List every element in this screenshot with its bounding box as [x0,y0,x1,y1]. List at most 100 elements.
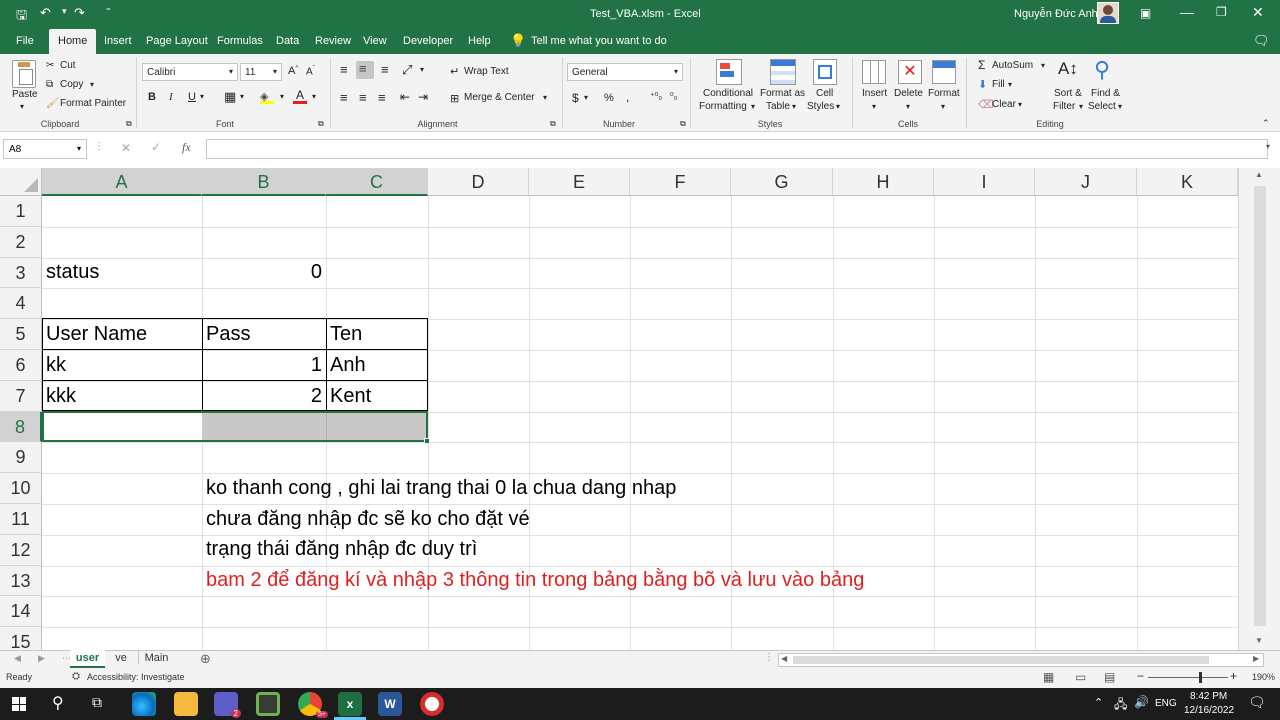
row-header-2[interactable]: 2 [0,226,42,258]
page-break-view-icon[interactable]: ▤ [1104,670,1115,684]
zoom-slider-thumb[interactable] [1199,672,1202,683]
undo-dropdown-icon[interactable]: ▾ [62,6,67,17]
align-top-icon[interactable]: ≡ [340,62,348,77]
scroll-down-icon[interactable]: ▼ [1255,636,1263,645]
search-icon[interactable]: ⚲ [52,693,64,713]
avatar[interactable] [1097,2,1119,24]
format-dropdown-icon[interactable]: ▾ [941,102,945,111]
sort-filter-line1[interactable]: Sort & [1054,88,1082,99]
cell-B11[interactable]: chưa đăng nhập đc sẽ ko cho đặt vé [202,504,534,534]
column-header-J[interactable]: J [1035,168,1137,196]
comments-icon[interactable]: 🗨 [1253,33,1270,49]
fill-icon[interactable]: ⬇ [978,78,987,91]
fill-dropdown-icon[interactable]: ▾ [1008,80,1012,89]
cut-icon[interactable]: ✂ [46,60,54,71]
vertical-scroll-thumb[interactable] [1254,186,1266,626]
conditional-formatting-line1[interactable]: Conditional [699,88,757,99]
underline-dropdown-icon[interactable]: ▾ [200,92,204,101]
sheet-tab-ve[interactable]: ve [108,651,134,664]
orientation-icon[interactable]: ⤢ [402,62,412,78]
task-view-icon[interactable]: ⧉ [92,694,102,711]
paste-button[interactable]: Paste [12,89,38,100]
excel-taskbar-icon[interactable]: x [338,692,362,716]
collapse-ribbon-icon[interactable]: ⌃ [1262,118,1270,129]
recorder-icon[interactable] [420,692,444,716]
save-icon[interactable]: 🖫 [16,6,27,28]
currency-dropdown-icon[interactable]: ▾ [584,93,588,102]
merge-dropdown-icon[interactable]: ▾ [543,93,547,102]
row-header-4[interactable]: 4 [0,288,42,320]
clear-button[interactable]: Clear [992,99,1016,110]
clear-dropdown-icon[interactable]: ▾ [1018,100,1022,109]
column-header-I[interactable]: I [934,168,1035,196]
cancel-entry-icon[interactable]: ✕ [121,141,131,155]
row-header-3[interactable]: 3 [0,257,42,289]
word-icon[interactable]: W [378,692,402,716]
tab-split-handle-icon[interactable]: ⋮ [764,652,774,663]
cell-C7[interactable]: Kent [326,381,375,411]
column-header-D[interactable]: D [428,168,529,196]
comma-style-icon[interactable]: , [626,90,629,104]
row-header-12[interactable]: 12 [0,534,42,566]
format-as-table-icon[interactable] [770,59,796,85]
confirm-entry-icon[interactable]: ✓ [151,140,161,154]
conditional-formatting-dropdown-icon[interactable]: ▾ [751,102,755,111]
chrome-icon[interactable]: 5+ [298,692,328,718]
sheet-tab-main[interactable]: Main [138,651,174,664]
tab-review[interactable]: Review [315,35,351,47]
percent-icon[interactable]: % [604,92,614,104]
accessibility-status[interactable]: Accessibility: Investigate [87,672,185,682]
tell-me-search[interactable]: Tell me what you want to do [531,35,667,47]
notifications-icon[interactable]: 🗨 [1248,694,1266,711]
cell-C6[interactable]: Anh [326,350,370,380]
autosum-dropdown-icon[interactable]: ▾ [1041,61,1045,70]
column-header-K[interactable]: K [1137,168,1238,196]
align-right-icon[interactable]: ≡ [378,90,386,105]
select-all-corner[interactable] [0,168,42,196]
align-center-icon[interactable]: ≡ [359,90,367,105]
tab-formulas[interactable]: Formulas [217,35,263,47]
zoom-level[interactable]: 190% [1252,672,1275,682]
copy-button[interactable]: Copy [60,79,83,90]
formula-input[interactable] [206,139,1268,159]
teams-icon[interactable]: 2 [214,692,241,718]
tab-insert[interactable]: Insert [104,35,132,47]
format-as-table-dropdown-icon[interactable]: ▾ [792,102,796,111]
font-color-dropdown-icon[interactable]: ▾ [312,92,316,101]
decrease-decimal-icon[interactable]: ⁰₀ [670,91,677,102]
orientation-dropdown-icon[interactable]: ▾ [420,65,424,74]
clock-date[interactable]: 12/16/2022 [1184,705,1234,716]
format-cells-button[interactable]: Format [928,88,960,99]
sort-filter-dropdown-icon[interactable]: ▾ [1079,102,1083,111]
add-sheet-icon[interactable]: ⊕ [200,651,211,667]
minimize-icon[interactable]: — [1180,4,1194,20]
row-header-10[interactable]: 10 [0,473,42,504]
volume-icon[interactable]: 🔊 [1134,695,1149,709]
cell-B12[interactable]: trạng thái đăng nhập đc duy trì [202,534,481,564]
cell-styles-dropdown-icon[interactable]: ▾ [836,102,840,111]
cell-B7[interactable]: 2 [202,381,326,411]
fill-color-dropdown-icon[interactable]: ▾ [280,92,284,101]
copy-icon[interactable]: ⧉ [46,79,53,90]
insert-function-icon[interactable]: fx [182,140,191,155]
autosum-button[interactable]: AutoSum [992,60,1033,71]
column-header-E[interactable]: E [529,168,630,196]
align-left-icon[interactable]: ≡ [340,90,348,105]
name-box[interactable]: A8 ▾ [3,139,87,159]
align-bottom-icon[interactable]: ≡ [381,62,389,77]
format-as-table-line2[interactable]: Table [766,101,790,112]
tab-data[interactable]: Data [276,35,299,47]
merge-center-button[interactable]: Merge & Center [464,92,535,103]
row-header-14[interactable]: 14 [0,596,42,628]
cell-B5[interactable]: Pass [202,319,254,349]
row-header-15[interactable]: 15 [0,627,42,650]
undo-icon[interactable]: ↶ [40,5,51,21]
next-sheet-icon[interactable]: ▶ [38,653,45,664]
tab-help[interactable]: Help [468,35,491,47]
zoom-slider-track[interactable] [1148,677,1228,678]
formula-bar-grip-icon[interactable]: ⋮ [94,141,104,152]
column-header-A[interactable]: A [42,168,202,196]
fill-color-icon[interactable]: ◈ [260,90,274,104]
row-header-11[interactable]: 11 [0,504,42,535]
wrap-text-icon[interactable]: ↵ [450,65,459,78]
